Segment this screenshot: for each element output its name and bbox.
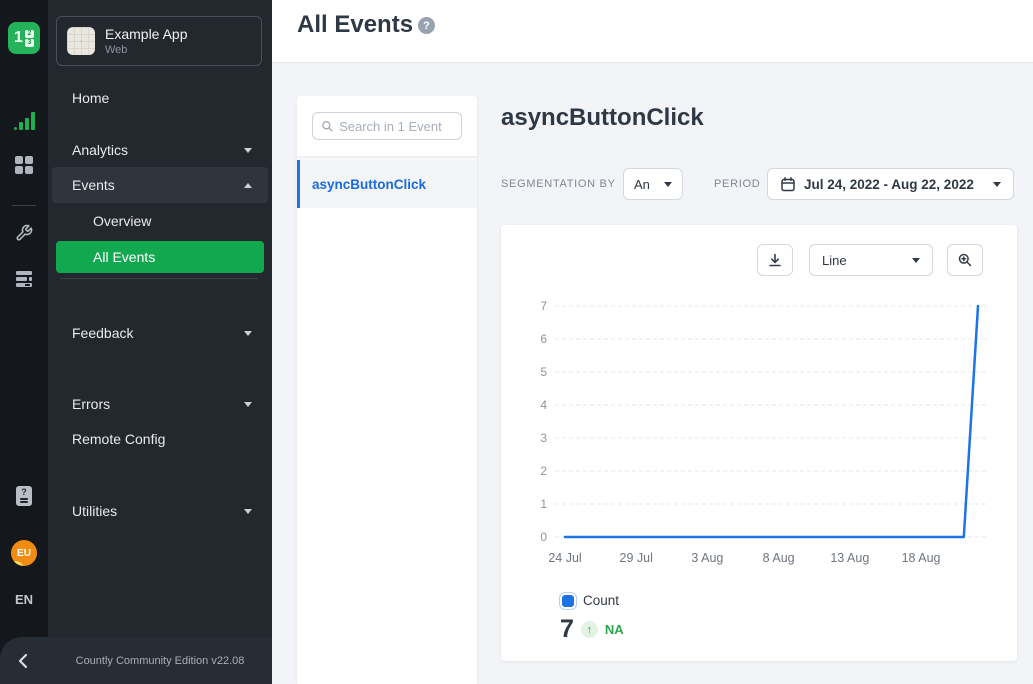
sidebar-item-analytics[interactable]: Analytics	[48, 132, 272, 168]
sidebar-divider	[60, 278, 258, 279]
period-value: Jul 24, 2022 - Aug 22, 2022	[804, 177, 974, 192]
download-icon	[767, 252, 783, 268]
zoom-in-icon	[957, 252, 973, 268]
svg-text:3 Aug: 3 Aug	[691, 551, 723, 565]
data-manager-stack-icon[interactable]	[0, 270, 48, 288]
svg-text:18 Aug: 18 Aug	[902, 551, 941, 565]
event-list-item-selected[interactable]: asyncButtonClick	[297, 160, 477, 208]
svg-text:13 Aug: 13 Aug	[830, 551, 869, 565]
sidebar-item-label: Errors	[72, 396, 110, 412]
page-header: All Events ?	[272, 0, 1033, 63]
sidebar: Example App Web Home Analytics Events Ov…	[48, 0, 272, 684]
chevron-down-icon	[244, 509, 252, 514]
rail-divider	[12, 205, 36, 206]
sidebar-item-events[interactable]: Events	[52, 167, 268, 203]
series-checkbox[interactable]	[562, 595, 574, 607]
event-search-input[interactable]	[339, 119, 453, 134]
sidebar-item-label: Feedback	[72, 325, 133, 341]
svg-text:2: 2	[540, 464, 547, 478]
sidebar-item-overview[interactable]: Overview	[48, 203, 272, 239]
collapse-sidebar-button[interactable]	[0, 653, 48, 669]
chart-toolbar: Line	[757, 244, 983, 276]
svg-text:5: 5	[540, 365, 547, 379]
segmentation-label: SEGMENTATION BY	[501, 168, 616, 200]
app-selector[interactable]: Example App Web	[56, 16, 262, 66]
help-center-icon[interactable]: ?	[0, 486, 48, 506]
apps-grid-icon[interactable]	[0, 156, 48, 174]
app-icon	[67, 27, 95, 55]
trend-up-icon: ↑	[581, 621, 598, 638]
chevron-down-icon	[244, 331, 252, 336]
help-icon[interactable]: ?	[418, 17, 435, 34]
svg-text:1: 1	[540, 497, 547, 511]
svg-text:8 Aug: 8 Aug	[763, 551, 795, 565]
sidebar-item-label: Overview	[93, 213, 151, 229]
segmentation-select[interactable]: An	[623, 168, 683, 200]
search-icon	[321, 119, 333, 133]
icon-rail: 1 23 ? EU EN	[0, 0, 48, 684]
sidebar-item-label: Events	[72, 177, 115, 193]
change-value: NA	[605, 622, 624, 637]
chart-legend: Count	[562, 593, 619, 608]
svg-text:3: 3	[540, 431, 547, 445]
series-label: Count	[583, 593, 619, 608]
user-avatar[interactable]: EU	[11, 540, 37, 566]
chart-type-value: Line	[822, 253, 847, 268]
event-title: asyncButtonClick	[501, 104, 704, 132]
download-button[interactable]	[757, 244, 793, 276]
sidebar-item-remote-config[interactable]: Remote Config	[48, 421, 272, 457]
svg-text:0: 0	[540, 530, 547, 544]
series-total: 7 ↑ NA	[560, 615, 624, 644]
chevron-down-icon	[244, 402, 252, 407]
version-text: Countly Community Edition v22.08	[48, 655, 272, 667]
language-selector[interactable]: EN	[0, 592, 48, 607]
sidebar-item-errors[interactable]: Errors	[48, 386, 272, 422]
svg-text:29 Jul: 29 Jul	[620, 551, 653, 565]
chart-card: Line 0 1 2 3 4 5 6 7 24 Jul 29 Jul 3 Aug 8 Aug 13 Au…	[501, 225, 1017, 661]
chevron-left-icon	[16, 653, 32, 669]
sidebar-item-utilities[interactable]: Utilities	[48, 493, 272, 529]
countly-logo[interactable]: 1 23	[8, 22, 40, 54]
chevron-down-icon	[993, 182, 1001, 187]
sidebar-item-label: Analytics	[72, 142, 128, 158]
zoom-button[interactable]	[947, 244, 983, 276]
svg-text:6: 6	[540, 332, 547, 346]
sidebar-footer: Countly Community Edition v22.08	[0, 637, 272, 684]
sidebar-item-label: All Events	[93, 249, 155, 265]
sidebar-item-all-events[interactable]: All Events	[56, 241, 264, 273]
sidebar-item-label: Utilities	[72, 503, 117, 519]
sidebar-item-label: Home	[72, 90, 109, 106]
period-select[interactable]: Jul 24, 2022 - Aug 22, 2022	[767, 168, 1014, 200]
svg-text:7: 7	[540, 299, 547, 313]
app-name: Example App	[105, 26, 188, 44]
event-search-box[interactable]	[312, 112, 462, 140]
page-title: All Events	[297, 11, 413, 39]
events-panel: asyncButtonClick	[297, 96, 477, 684]
sidebar-item-home[interactable]: Home	[48, 80, 272, 116]
logo-digits: 23	[25, 30, 34, 47]
event-list: asyncButtonClick	[297, 156, 477, 208]
controls-row: SEGMENTATION BY An PERIOD Jul 24, 2022 -…	[501, 168, 1017, 200]
app-platform: Web	[105, 44, 188, 56]
total-value: 7	[560, 615, 574, 644]
logo-digit: 1	[14, 30, 23, 46]
management-wrench-icon[interactable]	[0, 224, 48, 242]
svg-text:4: 4	[540, 398, 547, 412]
line-chart[interactable]: 0 1 2 3 4 5 6 7 24 Jul 29 Jul 3 Aug 8 Aug 13 Aug 18 A…	[501, 296, 1017, 596]
sidebar-item-label: Remote Config	[72, 431, 165, 447]
period-label: PERIOD	[714, 168, 760, 200]
calendar-icon	[780, 176, 796, 192]
chevron-down-icon	[244, 148, 252, 153]
chevron-down-icon	[912, 258, 920, 263]
chevron-down-icon	[664, 182, 672, 187]
svg-text:24 Jul: 24 Jul	[548, 551, 581, 565]
segmentation-value: An	[634, 177, 650, 192]
analytics-barchart-icon[interactable]	[0, 112, 48, 130]
sidebar-item-feedback[interactable]: Feedback	[48, 315, 272, 351]
chevron-up-icon	[244, 183, 252, 188]
chart-type-select[interactable]: Line	[809, 244, 933, 276]
